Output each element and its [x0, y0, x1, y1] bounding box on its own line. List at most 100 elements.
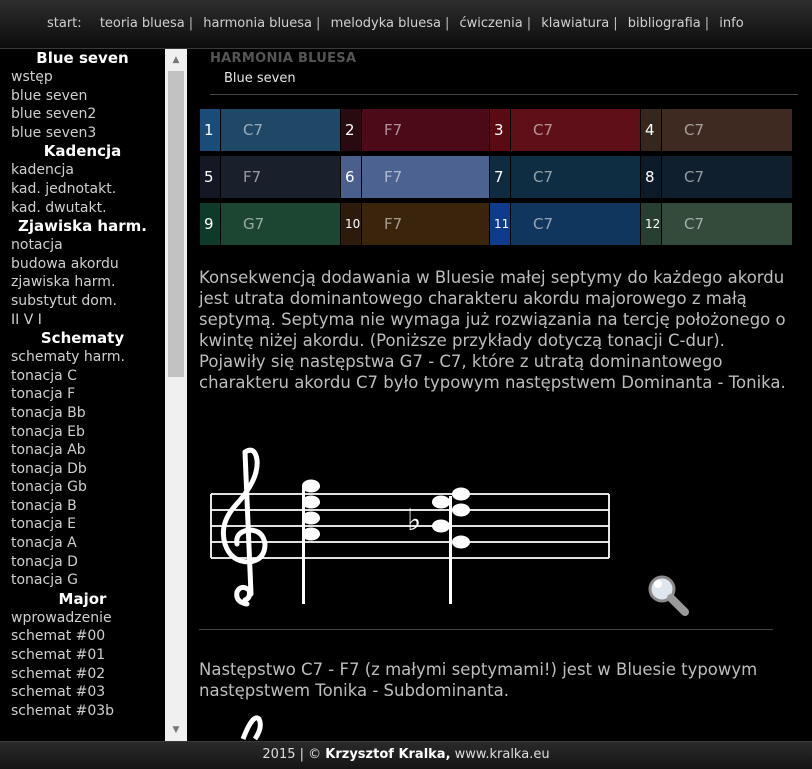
chord-grid: 1 C7 2 F7 3 C7 4 C7 5 F7 6 F7 7 C7 8 C7 9 G7 10 F7 11 C7 12 C7	[200, 109, 792, 245]
chord-name: C7	[662, 203, 792, 245]
chord-cell: 2 F7	[341, 109, 489, 151]
paragraph-3-container: Następstwo C7 - F7 (z małymi septymami!)…	[199, 659, 799, 701]
sidebar-link[interactable]: tonacja E	[0, 515, 165, 534]
chord-name: F7	[221, 156, 340, 198]
chord-cell: 1 C7	[200, 109, 340, 151]
scrollbar-thumb[interactable]	[168, 71, 184, 377]
paragraph-intro: Konsekwencją dodawania w Bluesie małej s…	[199, 267, 799, 393]
chord-name: C7	[511, 156, 640, 198]
chord-number: 1	[200, 109, 220, 151]
sidebar-heading: Kadencja	[43, 142, 122, 161]
sidebar-link[interactable]: substytut dom.	[0, 292, 165, 311]
scroll-up-arrow-icon[interactable]: ▲	[165, 51, 187, 69]
nav-bar: start: teoria bluesa | harmonia bluesa | m…	[47, 16, 744, 31]
paragraph-1: Konsekwencją dodawania w Bluesie małej s…	[199, 268, 786, 350]
sidebar-link[interactable]: blue seven2	[0, 105, 165, 124]
chord-cell: 5 F7	[200, 156, 340, 198]
nav-item-klawiatura[interactable]: klawiatura	[541, 16, 609, 31]
sidebar-link[interactable]: tonacja Ab	[0, 441, 165, 460]
sidebar-link[interactable]: blue seven	[0, 87, 165, 106]
sidebar-link[interactable]: kadencja	[0, 161, 165, 180]
treble-clef-icon	[220, 447, 268, 607]
chord-number: 10	[341, 203, 361, 245]
sidebar-link[interactable]: schematy harm.	[0, 348, 165, 367]
sidebar-link[interactable]: kad. jednotakt.	[0, 180, 165, 199]
footer-site-link[interactable]: www.kralka.eu	[451, 747, 550, 762]
sidebar-link[interactable]: wprowadzenie	[0, 609, 165, 628]
sidebar-link[interactable]: zjawiska harm.	[0, 273, 165, 292]
sidebar-link[interactable]: schemat #03b	[0, 702, 165, 721]
chord-name: C7	[221, 109, 340, 151]
chord-cell: 6 F7	[341, 156, 489, 198]
nav-item-cwiczenia[interactable]: ćwiczenia	[460, 16, 523, 31]
chord-cell: 3 C7	[490, 109, 640, 151]
staff-notation-partial-image	[240, 715, 263, 741]
sidebar-link[interactable]: II V I	[0, 311, 165, 330]
staff-notation-image: ♭	[210, 447, 610, 607]
sidebar-link[interactable]: budowa akordu	[0, 255, 165, 274]
sidebar-link[interactable]: tonacja G	[0, 571, 165, 590]
sidebar-link[interactable]: wstęp	[0, 68, 165, 87]
sidebar-scrollbar[interactable]: ▲ ▼	[165, 49, 187, 741]
chord-name: C7	[662, 156, 792, 198]
chord-cell: 12 C7	[641, 203, 792, 245]
chord-number: 5	[200, 156, 220, 198]
nav-item-teoria-bluesa[interactable]: teoria bluesa	[100, 16, 185, 31]
sidebar-link[interactable]: schemat #01	[0, 646, 165, 665]
sidebar-link[interactable]: schemat #03	[0, 683, 165, 702]
chord-c7-notes: ♭	[407, 487, 470, 604]
sidebar-link[interactable]: tonacja C	[0, 367, 165, 386]
paragraph-3: Następstwo C7 - F7 (z małymi septymami!)…	[199, 660, 758, 700]
sidebar-link[interactable]: tonacja Bb	[0, 404, 165, 423]
chord-number: 7	[490, 156, 510, 198]
section-title: HARMONIA BLUESA	[210, 51, 357, 66]
chord-name: F7	[362, 203, 489, 245]
nav-item-info[interactable]: info	[719, 16, 743, 31]
chord-name: C7	[511, 109, 640, 151]
sidebar-link[interactable]: tonacja Gb	[0, 478, 165, 497]
sidebar-link[interactable]: blue seven3	[0, 124, 165, 143]
sidebar: Blue seven wstęp blue seven blue seven2 blue…	[0, 49, 165, 741]
chord-number: 6	[341, 156, 361, 198]
top-navigation: start: teoria bluesa | harmonia bluesa | m…	[0, 0, 812, 49]
sidebar-heading: Zjawiska harm.	[18, 217, 147, 236]
footer: 2015 | © Krzysztof Kralka, www.kralka.eu	[0, 741, 812, 769]
chord-name: C7	[662, 109, 792, 151]
nav-item-bibliografia[interactable]: bibliografia	[628, 16, 701, 31]
sidebar-link[interactable]: notacja	[0, 236, 165, 255]
sidebar-link[interactable]: schemat #02	[0, 665, 165, 684]
chord-name: F7	[362, 109, 489, 151]
chord-cell: 9 G7	[200, 203, 340, 245]
sidebar-heading: Major	[58, 589, 107, 608]
chord-cell: 10 F7	[341, 203, 489, 245]
sidebar-link[interactable]: tonacja Db	[0, 460, 165, 479]
sidebar-link[interactable]: kad. dwutakt.	[0, 199, 165, 218]
sidebar-heading: Schematy	[40, 329, 125, 348]
sidebar-link[interactable]: tonacja D	[0, 553, 165, 572]
footer-author: Krzysztof Kralka,	[325, 747, 451, 762]
chord-name: G7	[221, 203, 340, 245]
main-content: HARMONIA BLUESA Blue seven 1 C7 2 F7 3 C7 4 C7 5…	[187, 49, 812, 741]
chord-number: 2	[341, 109, 361, 151]
nav-item-melodyka-bluesa[interactable]: melodyka bluesa	[331, 16, 441, 31]
footer-year: 2015 | ©	[262, 747, 326, 762]
svg-text:♭: ♭	[407, 503, 421, 538]
chord-cell: 8 C7	[641, 156, 792, 198]
sidebar-link[interactable]: tonacja F	[0, 385, 165, 404]
scroll-down-arrow-icon[interactable]: ▼	[165, 721, 187, 739]
nav-item-harmonia-bluesa[interactable]: harmonia bluesa	[203, 16, 312, 31]
sidebar-link[interactable]: tonacja B	[0, 497, 165, 516]
subtitle-divider	[210, 94, 798, 95]
page-subtitle: Blue seven	[224, 71, 296, 86]
sidebar-link[interactable]: tonacja A	[0, 534, 165, 553]
sidebar-link[interactable]: tonacja Eb	[0, 423, 165, 442]
chord-number: 4	[641, 109, 661, 151]
sidebar-link[interactable]: schemat #00	[0, 627, 165, 646]
chord-number: 9	[200, 203, 220, 245]
nav-start-label: start:	[47, 16, 82, 31]
sidebar-heading: Blue seven	[36, 49, 129, 67]
chord-cell: 4 C7	[641, 109, 792, 151]
zoom-magnifier-icon[interactable]	[645, 572, 691, 618]
chord-number: 3	[490, 109, 510, 151]
content-divider	[199, 629, 773, 630]
